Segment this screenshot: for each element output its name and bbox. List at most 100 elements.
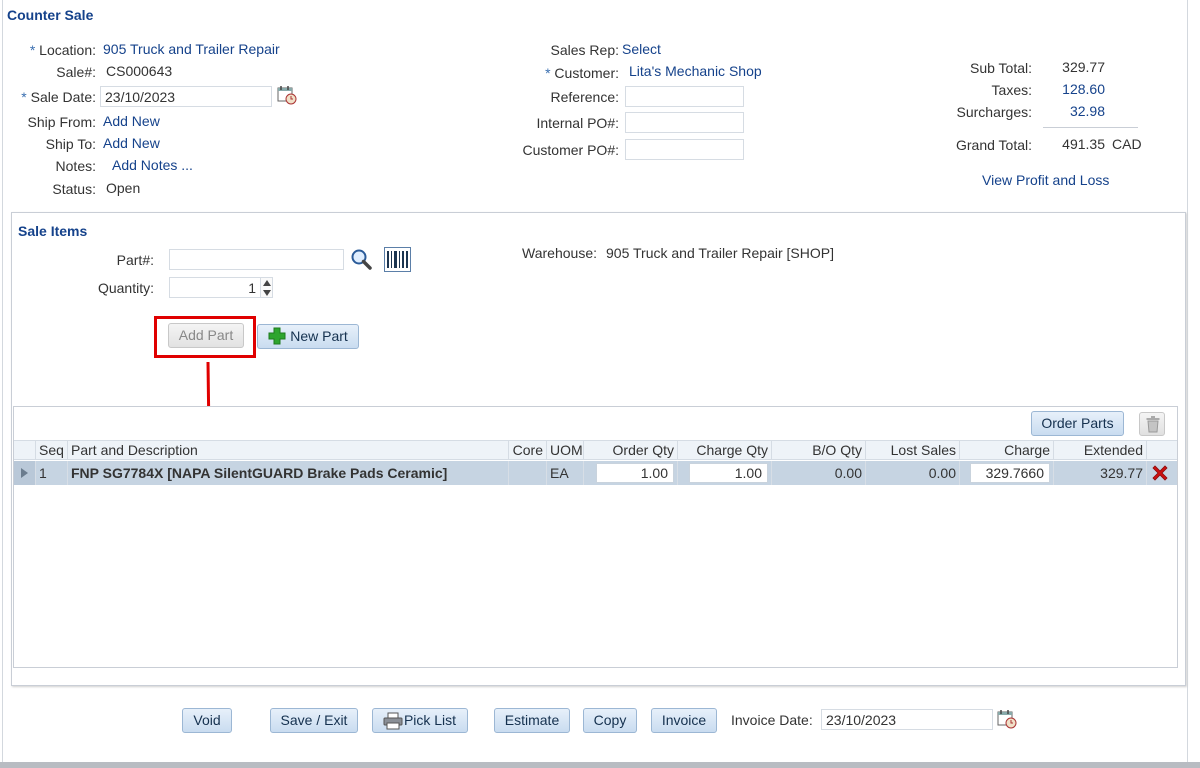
- ship-from-add-link[interactable]: Add New: [103, 113, 160, 129]
- col-part-description[interactable]: Part and Description: [68, 441, 509, 460]
- warehouse-label: Warehouse:: [522, 245, 597, 261]
- grand-total-label: Grand Total:: [955, 137, 1032, 153]
- location-label: * Location:: [29, 42, 96, 58]
- spin-down-icon[interactable]: [263, 290, 271, 296]
- col-uom[interactable]: UOM: [547, 441, 584, 460]
- col-charge-qty[interactable]: Charge Qty: [678, 441, 772, 460]
- ship-from-label: Ship From:: [27, 114, 96, 130]
- sale-number-value: CS000643: [106, 63, 173, 79]
- save-exit-button[interactable]: Save / Exit: [270, 708, 358, 733]
- charge-qty-input[interactable]: 1.00: [689, 463, 768, 483]
- taxes-link[interactable]: 128.60: [1040, 81, 1105, 97]
- void-button[interactable]: Void: [182, 708, 232, 733]
- col-core[interactable]: Core: [509, 441, 547, 460]
- charge-input[interactable]: 329.7660: [970, 463, 1050, 483]
- quantity-stepper[interactable]: [169, 277, 261, 298]
- customer-po-label: Customer PO#:: [522, 142, 619, 158]
- add-notes-link[interactable]: Add Notes ...: [112, 157, 193, 173]
- cell-uom: EA: [547, 461, 584, 485]
- location-link[interactable]: 905 Truck and Trailer Repair: [103, 41, 280, 57]
- reference-input[interactable]: [625, 86, 744, 107]
- grand-total-value: 491.35: [1062, 136, 1105, 152]
- trash-icon: [1146, 416, 1160, 433]
- customer-link[interactable]: Lita's Mechanic Shop: [629, 63, 762, 79]
- col-charge[interactable]: Charge: [960, 441, 1054, 460]
- sales-rep-label: Sales Rep:: [550, 42, 619, 58]
- part-number-input[interactable]: [169, 249, 344, 270]
- barcode-icon[interactable]: [384, 247, 411, 272]
- invoice-date-label: Invoice Date:: [731, 712, 813, 728]
- sale-number-label: Sale#:: [56, 64, 96, 80]
- sale-items-grid: Order Parts Seq Part and Description Cor…: [13, 406, 1178, 668]
- magnifier-icon[interactable]: [350, 248, 373, 271]
- col-bo-qty[interactable]: B/O Qty: [772, 441, 866, 460]
- new-part-button[interactable]: New Part: [257, 324, 359, 349]
- page-title: Counter Sale: [7, 7, 94, 23]
- add-part-button[interactable]: Add Part: [168, 323, 244, 348]
- currency-code: CAD: [1112, 136, 1142, 152]
- status-label: Status:: [52, 181, 96, 197]
- ship-to-label: Ship To:: [45, 136, 96, 152]
- surcharges-label: Surcharges:: [956, 104, 1032, 120]
- calendar-clock-icon[interactable]: [277, 85, 297, 105]
- internal-po-label: Internal PO#:: [536, 115, 620, 131]
- cell-bo-qty: 0.00: [772, 461, 866, 485]
- table-row[interactable]: 1 FNP SG7784X [NAPA SilentGUARD Brake Pa…: [14, 461, 1177, 485]
- taskbar-strip: [0, 762, 1200, 768]
- col-order-qty[interactable]: Order Qty: [584, 441, 678, 460]
- part-number-label: Part#:: [116, 252, 154, 268]
- col-seq[interactable]: Seq: [36, 441, 68, 460]
- internal-po-input[interactable]: [625, 112, 744, 133]
- delete-selected-button[interactable]: [1139, 412, 1165, 436]
- col-actions: [1147, 441, 1177, 460]
- sale-items-title: Sale Items: [18, 223, 88, 239]
- totals-divider: [1043, 127, 1138, 128]
- cell-core: [509, 461, 547, 485]
- copy-button[interactable]: Copy: [583, 708, 637, 733]
- grid-header: Seq Part and Description Core UOM Order …: [14, 440, 1177, 460]
- taxes-label: Taxes:: [991, 82, 1032, 98]
- status-value: Open: [106, 180, 141, 196]
- subtotal-label: Sub Total:: [969, 60, 1032, 76]
- notes-label: Notes:: [55, 158, 96, 174]
- cell-order-qty: 1.00: [584, 461, 678, 485]
- pick-list-label: Pick List: [403, 712, 457, 728]
- invoice-date-input[interactable]: [821, 709, 993, 730]
- col-lost-sales[interactable]: Lost Sales: [866, 441, 960, 460]
- reference-label: Reference:: [550, 89, 619, 105]
- view-profit-loss-link[interactable]: View Profit and Loss: [982, 172, 1109, 188]
- cell-charge-qty: 1.00: [678, 461, 772, 485]
- sales-rep-select-link[interactable]: Select: [622, 41, 661, 57]
- new-part-label: New Part: [290, 328, 348, 344]
- calendar-clock-icon[interactable]: [997, 709, 1017, 729]
- cell-delete: [1147, 461, 1177, 485]
- cell-part-description: FNP SG7784X [NAPA SilentGUARD Brake Pads…: [68, 461, 509, 485]
- red-x-icon[interactable]: [1151, 464, 1169, 482]
- cell-extended: 329.77: [1054, 461, 1147, 485]
- counter-sale-page: Counter Sale * Location: 905 Truck and T…: [0, 0, 1200, 768]
- header-expander: [14, 441, 36, 460]
- estimate-button[interactable]: Estimate: [494, 708, 570, 733]
- quantity-spinner[interactable]: [261, 277, 273, 298]
- pick-list-button[interactable]: Pick List: [372, 708, 468, 733]
- ship-to-add-link[interactable]: Add New: [103, 135, 160, 151]
- cell-lost-sales: 0.00: [866, 461, 960, 485]
- quantity-label: Quantity:: [97, 280, 154, 296]
- sale-date-input[interactable]: [100, 86, 272, 107]
- order-parts-button[interactable]: Order Parts: [1031, 411, 1124, 436]
- col-extended[interactable]: Extended: [1054, 441, 1147, 460]
- sale-date-label: * Sale Date:: [21, 89, 96, 105]
- green-plus-icon: [268, 327, 286, 345]
- cell-seq: 1: [36, 461, 68, 485]
- printer-icon: [383, 712, 403, 730]
- customer-po-input[interactable]: [625, 139, 744, 160]
- order-qty-input[interactable]: 1.00: [596, 463, 674, 483]
- cell-charge: 329.7660: [960, 461, 1054, 485]
- warehouse-value: 905 Truck and Trailer Repair [SHOP]: [606, 245, 834, 261]
- surcharges-link[interactable]: 32.98: [1040, 103, 1105, 119]
- triangle-right-icon: [21, 468, 28, 478]
- row-expander[interactable]: [14, 461, 36, 485]
- spin-up-icon[interactable]: [263, 280, 271, 286]
- invoice-button[interactable]: Invoice: [651, 708, 717, 733]
- subtotal-value: 329.77: [1062, 59, 1105, 75]
